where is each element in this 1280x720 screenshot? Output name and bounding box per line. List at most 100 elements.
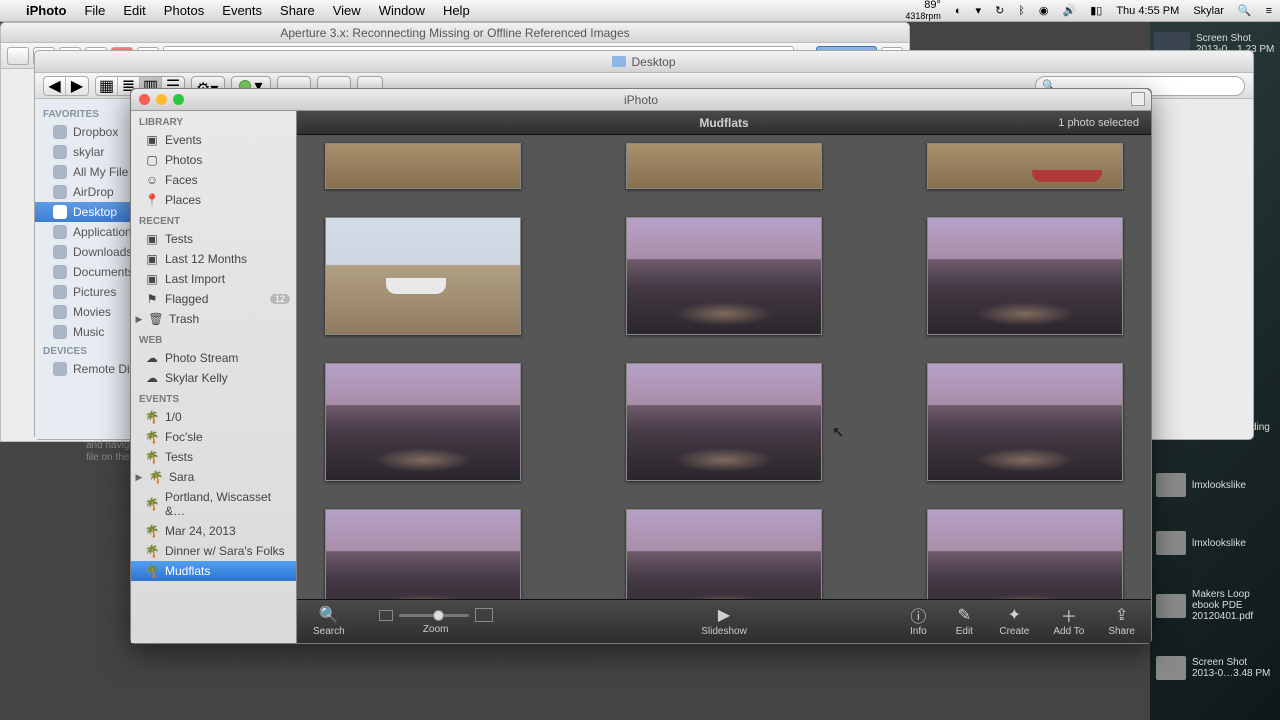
finder-titlebar[interactable]: Desktop bbox=[35, 51, 1253, 73]
desktop-file[interactable]: Makers Loop ebook PDE 20120401.pdf bbox=[1154, 587, 1276, 624]
menu-events[interactable]: Events bbox=[222, 3, 262, 18]
nav-buttons[interactable]: ◀▶ bbox=[43, 76, 89, 96]
spotlight-icon[interactable]: 🔍 bbox=[1238, 4, 1252, 17]
menu-share[interactable]: Share bbox=[280, 3, 315, 18]
sidebar-faces[interactable]: ☺Faces bbox=[131, 170, 296, 190]
menu-help[interactable]: Help bbox=[443, 3, 470, 18]
bg-text: 5. At the top of bbox=[48, 474, 125, 488]
app-menu[interactable]: iPhoto bbox=[26, 3, 66, 18]
menu-window[interactable]: Window bbox=[379, 3, 425, 18]
desktop-file[interactable]: lmxlookslike bbox=[1154, 529, 1276, 557]
dropdown-icon[interactable]: ▾ bbox=[976, 4, 982, 17]
istat-icon[interactable]: ◐ bbox=[955, 5, 962, 17]
photo-thumb[interactable] bbox=[626, 143, 822, 189]
edit-icon: ✎ bbox=[953, 606, 975, 624]
photo-thumb[interactable] bbox=[927, 363, 1123, 481]
sidebar-skylar[interactable]: ☁Skylar Kelly bbox=[131, 368, 296, 388]
sidebar-tests[interactable]: ▣Tests bbox=[131, 229, 296, 249]
battery-icon[interactable]: ▮▯ bbox=[1090, 4, 1102, 17]
web-header: WEB bbox=[131, 329, 296, 348]
photo-thumb[interactable] bbox=[325, 143, 521, 189]
menubar-status: 89°4318rpm ◐ ▾ ↻ ᛒ ◉ 🔊 ▮▯ Thu 4:55 PM Sk… bbox=[905, 0, 1272, 22]
menu-view[interactable]: View bbox=[333, 3, 361, 18]
sidebar-photostream[interactable]: ☁Photo Stream bbox=[131, 348, 296, 368]
create-icon: ✦ bbox=[1003, 606, 1025, 624]
macos-menubar[interactable]: iPhoto File Edit Photos Events Share Vie… bbox=[0, 0, 1280, 22]
iphoto-main: Mudflats 1 photo selected 🔍Search bbox=[297, 111, 1151, 643]
add-icon: ＋ bbox=[1058, 606, 1080, 624]
photo-grid[interactable] bbox=[297, 135, 1151, 599]
info-icon: ⓘ bbox=[907, 606, 929, 624]
zoom-button[interactable] bbox=[173, 94, 184, 105]
zoom-control[interactable]: Zoom bbox=[379, 608, 493, 635]
volume-icon[interactable]: 🔊 bbox=[1063, 4, 1077, 17]
event-mar24[interactable]: 🌴Mar 24, 2013 bbox=[131, 521, 296, 541]
sidebar-trash[interactable]: ▶🗑Trash bbox=[131, 309, 296, 329]
event-focsle[interactable]: 🌴Foc'sle bbox=[131, 427, 296, 447]
share-icon: ⇪ bbox=[1111, 606, 1133, 624]
bg-text: A thumbnail of bbox=[48, 503, 124, 517]
fullscreen-button[interactable] bbox=[1131, 92, 1145, 106]
event-portland[interactable]: 🌴Portland, Wiscasset &… bbox=[131, 487, 296, 521]
menu-edit[interactable]: Edit bbox=[123, 3, 145, 18]
bg-text: 6. In the botton bbox=[48, 536, 128, 550]
sidebar-flagged[interactable]: ⚑Flagged12 bbox=[131, 289, 296, 309]
photo-thumb[interactable] bbox=[626, 217, 822, 335]
photo-thumb[interactable] bbox=[626, 363, 822, 481]
photo-thumb[interactable] bbox=[927, 217, 1123, 335]
recent-header: RECENT bbox=[131, 210, 296, 229]
folder-icon bbox=[612, 56, 626, 67]
menu-file[interactable]: File bbox=[84, 3, 105, 18]
sidebar-last12[interactable]: ▣Last 12 Months bbox=[131, 249, 296, 269]
event-mudflats[interactable]: 🌴Mudflats bbox=[131, 561, 296, 581]
sidebar-photos[interactable]: ▢Photos bbox=[131, 150, 296, 170]
iphoto-toolbar: 🔍Search Zoom ▶Slideshow ⓘInfo ✎Edit ✦Cre… bbox=[297, 599, 1151, 643]
bg-text: When you sele bbox=[48, 608, 127, 622]
bg-text: 7. Click Reconnect to reconnect a specif… bbox=[48, 656, 600, 670]
bg-text: file on the bbox=[86, 452, 129, 463]
search-icon: 🔍 bbox=[318, 606, 340, 624]
album-title: Mudflats bbox=[699, 116, 748, 130]
flagged-count: 12 bbox=[270, 294, 290, 304]
event-dinner[interactable]: 🌴Dinner w/ Sara's Folks bbox=[131, 541, 296, 561]
user-menu[interactable]: Skylar bbox=[1193, 5, 1224, 17]
notification-center-icon[interactable]: ≡ bbox=[1266, 5, 1272, 17]
sidebar-places[interactable]: 📍Places bbox=[131, 190, 296, 210]
clock[interactable]: Thu 4:55 PM bbox=[1116, 5, 1179, 17]
info-button[interactable]: ⓘInfo bbox=[907, 606, 929, 637]
search-button[interactable]: 🔍Search bbox=[313, 606, 345, 637]
zoom-slider[interactable] bbox=[399, 614, 469, 617]
photo-thumb[interactable] bbox=[626, 509, 822, 599]
menu-photos[interactable]: Photos bbox=[164, 3, 204, 18]
events-header: EVENTS bbox=[131, 388, 296, 407]
bg-text: select the origi bbox=[48, 550, 125, 564]
close-button[interactable] bbox=[139, 94, 150, 105]
iphoto-titlebar[interactable]: iPhoto bbox=[131, 89, 1151, 111]
zoom-out-icon bbox=[379, 610, 393, 621]
edit-button[interactable]: ✎Edit bbox=[953, 606, 975, 637]
sidebar-lastimport[interactable]: ▣Last Import bbox=[131, 269, 296, 289]
library-header: LIBRARY bbox=[131, 111, 296, 130]
photo-thumb[interactable] bbox=[927, 143, 1123, 189]
photo-thumb[interactable] bbox=[325, 509, 521, 599]
share-button[interactable]: ⇪Share bbox=[1108, 606, 1135, 637]
bg-text: You can follow bbox=[48, 580, 125, 594]
zoom-in-icon bbox=[475, 608, 493, 622]
bluetooth-icon[interactable]: ᛒ bbox=[1018, 5, 1025, 17]
event-10[interactable]: 🌴1/0 bbox=[131, 407, 296, 427]
slideshow-button[interactable]: ▶Slideshow bbox=[701, 606, 747, 637]
event-sara[interactable]: ▶🌴Sara bbox=[131, 467, 296, 487]
photo-thumb[interactable] bbox=[325, 363, 521, 481]
desktop-file[interactable]: Screen Shot2013-0…3.48 PM bbox=[1154, 654, 1276, 682]
create-button[interactable]: ✦Create bbox=[999, 606, 1029, 637]
event-tests[interactable]: 🌴Tests bbox=[131, 447, 296, 467]
sidebar-events[interactable]: ▣Events bbox=[131, 130, 296, 150]
photo-thumb[interactable] bbox=[325, 217, 521, 335]
sync-icon[interactable]: ↻ bbox=[995, 4, 1004, 17]
photo-thumb[interactable] bbox=[927, 509, 1123, 599]
wifi-icon[interactable]: ◉ bbox=[1039, 4, 1049, 17]
addto-button[interactable]: ＋Add To bbox=[1053, 606, 1084, 637]
minimize-button[interactable] bbox=[156, 94, 167, 105]
back-button[interactable] bbox=[7, 47, 29, 65]
desktop-file[interactable]: lmxlookslike bbox=[1154, 471, 1276, 499]
